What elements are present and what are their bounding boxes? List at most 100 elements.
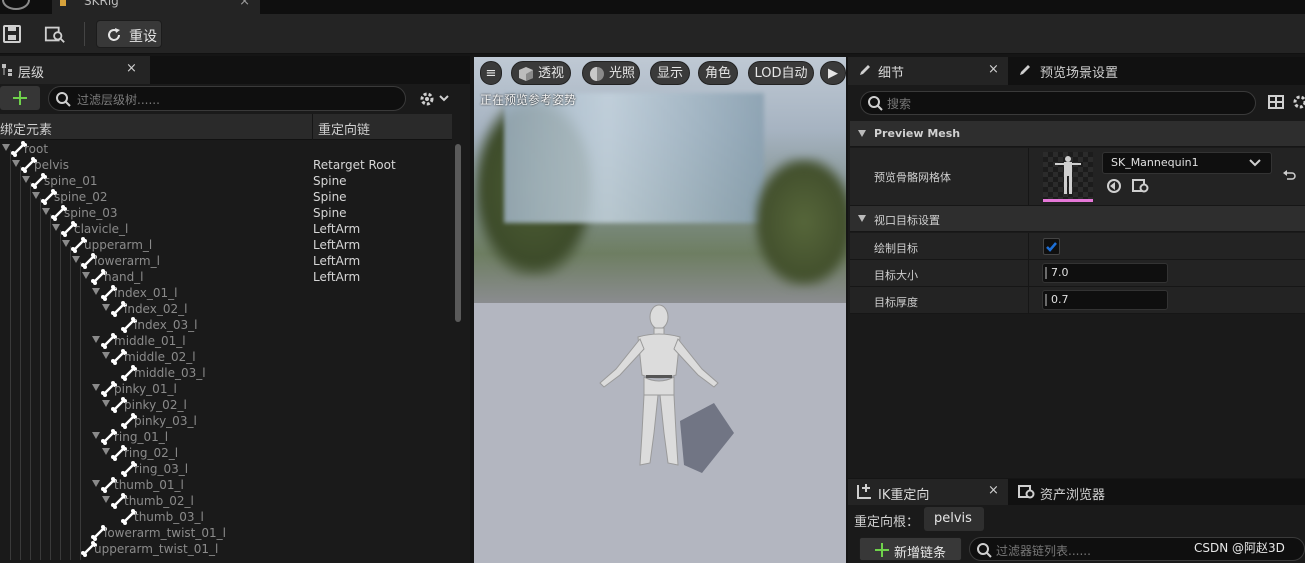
expand-arrow-icon[interactable] (102, 304, 110, 311)
expand-arrow-icon[interactable] (102, 352, 110, 359)
drag-handle[interactable] (1045, 294, 1047, 306)
column-separator[interactable] (312, 114, 313, 140)
expand-arrow-icon[interactable] (52, 224, 60, 231)
expand-arrow-icon[interactable] (102, 496, 110, 503)
tree-row[interactable]: hand_l LeftArm (0, 269, 452, 285)
hierarchy-tree: root pelvis Retarget Root spine_01 Spine spin… (0, 140, 452, 563)
character-button[interactable]: 角色 (698, 61, 738, 85)
details-search-input[interactable]: 搜索 (860, 91, 1256, 115)
tree-row[interactable]: pinky_01_l (0, 381, 452, 397)
expand-arrow-icon[interactable] (72, 256, 80, 263)
unreal-logo-icon[interactable] (2, 0, 30, 10)
expand-arrow-icon[interactable] (92, 432, 100, 439)
tree-row[interactable]: upperarm_twist_01_l (0, 541, 452, 557)
play-button[interactable]: ▶ (820, 61, 846, 85)
browse-asset-icon[interactable] (1132, 178, 1150, 194)
section-preview-mesh[interactable]: Preview Mesh (850, 121, 1305, 147)
tree-row[interactable]: pinky_03_l (0, 413, 452, 429)
tree-row[interactable]: middle_02_l (0, 349, 452, 365)
column-chain[interactable]: 重定向链 (318, 119, 370, 138)
expand-arrow-icon[interactable] (102, 400, 110, 407)
mesh-thumbnail[interactable] (1043, 152, 1093, 202)
close-icon[interactable]: × (988, 62, 999, 77)
viewport-menu-button[interactable]: ≡ (480, 61, 502, 85)
tab-ik-retarget[interactable]: IK重定向 × (848, 479, 1008, 505)
browse-asset-icon[interactable] (44, 24, 66, 44)
tree-row[interactable]: lowerarm_l LeftArm (0, 253, 452, 269)
search-placeholder: 搜索 (887, 97, 912, 111)
bone-name: ring_01_l (114, 430, 169, 444)
bone-name: index_01_l (114, 286, 178, 300)
preview-mesh-dropdown[interactable]: SK_Mannequin1 (1102, 152, 1272, 174)
add-button[interactable] (0, 86, 40, 110)
tree-row[interactable]: spine_02 Spine (0, 189, 452, 205)
tree-row[interactable]: middle_03_l (0, 365, 452, 381)
show-button[interactable]: 显示 (650, 61, 690, 85)
tree-row[interactable]: spine_03 Spine (0, 205, 452, 221)
draw-goals-checkbox[interactable] (1043, 238, 1060, 255)
hierarchy-scrollbar[interactable] (455, 144, 461, 322)
tree-row[interactable]: pelvis Retarget Root (0, 157, 452, 173)
expand-arrow-icon[interactable] (42, 208, 50, 215)
save-icon[interactable] (2, 24, 24, 44)
section-viewport-goal-settings[interactable]: 视口目标设置 (850, 206, 1305, 232)
expand-arrow-icon[interactable] (82, 272, 90, 279)
tab-asset-browser[interactable]: 资产浏览器 (1016, 479, 1166, 505)
expand-arrow-icon[interactable] (22, 176, 30, 183)
tree-row[interactable]: spine_01 Spine (0, 173, 452, 189)
hierarchy-search-input[interactable]: 过滤层级树...... (48, 86, 406, 111)
close-icon[interactable]: × (126, 61, 137, 76)
expand-arrow-icon[interactable] (92, 480, 100, 487)
drag-handle[interactable] (1045, 267, 1047, 279)
use-selected-icon[interactable] (1106, 178, 1122, 194)
lighting-button[interactable]: 光照 (582, 61, 640, 85)
reset-to-default-icon[interactable] (1282, 168, 1296, 182)
lod-auto-button[interactable]: LOD自动 (748, 61, 814, 85)
goal-thickness-input[interactable]: 0.7 (1042, 290, 1168, 310)
expand-arrow-icon[interactable] (102, 448, 110, 455)
tree-row[interactable]: ring_01_l (0, 429, 452, 445)
add-chain-button[interactable]: 新增链条 (859, 537, 962, 561)
expand-arrow-icon[interactable] (2, 144, 10, 151)
bone-name: pinky_01_l (114, 382, 177, 396)
expand-arrow-icon[interactable] (12, 160, 20, 167)
close-icon[interactable]: × (239, 0, 250, 9)
tree-row[interactable]: lowerarm_twist_01_l (0, 525, 452, 541)
tree-row[interactable]: thumb_01_l (0, 477, 452, 493)
perspective-button[interactable]: 透视 (511, 61, 571, 85)
tab-preview-scene-settings[interactable]: 预览场景设置 (1016, 57, 1216, 85)
tree-row[interactable]: upperarm_l LeftArm (0, 237, 452, 253)
collapse-arrow-icon (858, 215, 866, 222)
table-view-icon[interactable] (1268, 94, 1284, 110)
tree-row[interactable]: ring_03_l (0, 461, 452, 477)
expand-arrow-icon[interactable] (92, 384, 100, 391)
viewport[interactable]: ≡ 透视 光照 显示 角色 LOD自动 ▶ 正在预览参考姿势 (474, 57, 846, 563)
tree-row[interactable]: index_03_l (0, 317, 452, 333)
expand-arrow-icon[interactable] (62, 240, 70, 247)
expand-arrow-icon[interactable] (32, 192, 40, 199)
close-icon[interactable]: × (988, 483, 999, 498)
tree-row[interactable]: index_01_l (0, 285, 452, 301)
tab-details[interactable]: 细节 × (848, 57, 1008, 85)
retarget-root-field[interactable]: pelvis (924, 507, 984, 531)
tree-row[interactable]: thumb_03_l (0, 509, 452, 525)
goal-size-input[interactable]: 7.0 (1042, 263, 1168, 283)
settings-gear-icon[interactable] (1291, 94, 1305, 110)
settings-gear-icon[interactable] (418, 89, 456, 109)
tree-row[interactable]: thumb_02_l (0, 493, 452, 509)
tree-row[interactable]: pinky_02_l (0, 397, 452, 413)
expand-arrow-icon[interactable] (92, 336, 100, 343)
tree-row[interactable]: index_02_l (0, 301, 452, 317)
asset-tab[interactable]: SKRig × (52, 0, 260, 14)
reset-button[interactable]: 重设 (96, 20, 162, 48)
expand-arrow-icon[interactable] (92, 288, 100, 295)
goal-size-row: 目标大小 7.0 (850, 260, 1305, 287)
draw-goals-label: 绘制目标 (874, 242, 918, 255)
column-bone[interactable]: 绑定元素 (0, 119, 52, 138)
tree-row[interactable]: root (0, 141, 452, 157)
tree-row[interactable]: ring_02_l (0, 445, 452, 461)
ik-retarget-icon (857, 484, 871, 499)
tree-row[interactable]: middle_01_l (0, 333, 452, 349)
tab-hierarchy[interactable]: 层级 × (0, 56, 150, 84)
tree-row[interactable]: clavicle_l LeftArm (0, 221, 452, 237)
